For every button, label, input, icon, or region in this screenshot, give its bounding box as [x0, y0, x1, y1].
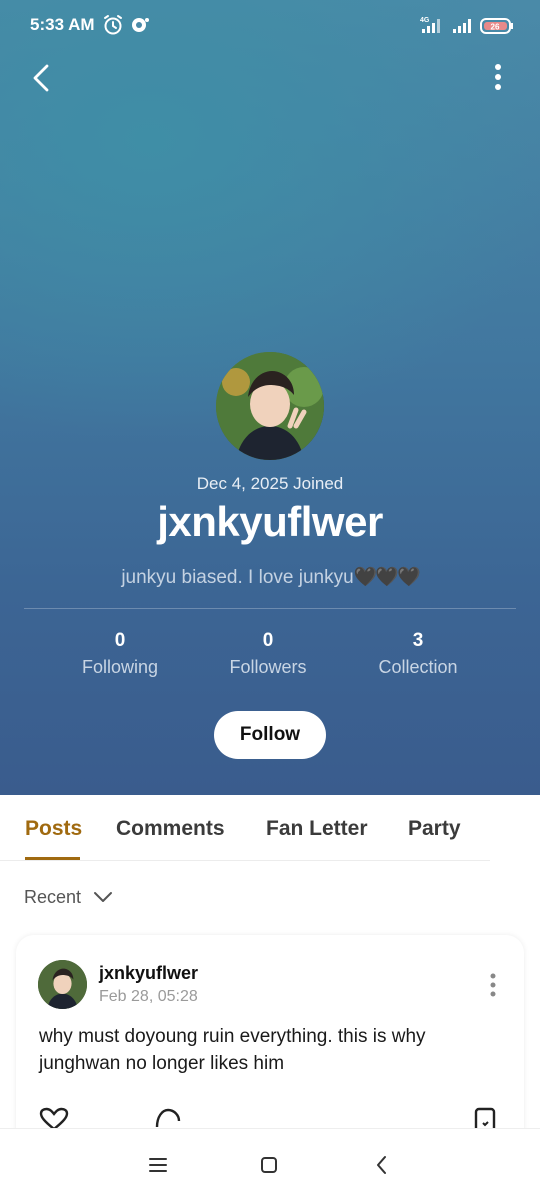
profile-username: jxnkyuflwer [157, 498, 383, 545]
joined-date: Dec 4, 2025 Joined [196, 474, 344, 493]
menu-icon[interactable] [148, 1157, 168, 1178]
tab-posts[interactable]: Posts [25, 817, 82, 841]
stat-label: Following [81, 657, 159, 677]
status-bar: 5:33 AM 4G 26 [0, 0, 540, 50]
stat-followers[interactable]: 0 Followers [188, 630, 348, 678]
svg-text:26: 26 [491, 23, 500, 32]
tab-comments[interactable]: Comments [116, 817, 225, 841]
stat-label: Collection [378, 657, 458, 677]
bio-text: junkyu biased. I love junkyu [121, 567, 354, 588]
chevron-down-icon[interactable] [93, 890, 113, 909]
tab-fan-letter[interactable]: Fan Letter [266, 817, 368, 841]
divider [24, 608, 516, 609]
back-icon[interactable] [374, 1155, 390, 1180]
sort-dropdown[interactable]: Recent [24, 887, 81, 908]
bio-hearts: 🖤🖤🖤 [353, 567, 421, 588]
battery-icon: 26 [480, 18, 514, 39]
profile-tabs: Posts Comments Fan Letter Party [0, 795, 540, 861]
post-username[interactable]: jxnkyuflwer [99, 963, 198, 984]
more-vertical-icon [490, 973, 496, 997]
system-nav-bar [0, 1128, 540, 1200]
follow-button[interactable]: Follow [214, 711, 326, 759]
stat-value: 3 [412, 630, 424, 651]
post-avatar[interactable] [38, 960, 87, 1009]
stat-value: 0 [114, 630, 126, 651]
stat-following[interactable]: 0 Following [40, 630, 200, 678]
stat-collection[interactable]: 3 Collection [338, 630, 498, 678]
alarm-icon [103, 14, 123, 41]
post-text: why must doyoung ruin everything. this i… [39, 1026, 426, 1074]
post-more-button[interactable] [486, 971, 500, 999]
signal-icon [452, 14, 476, 41]
more-options-button[interactable] [486, 60, 510, 96]
tab-party[interactable]: Party [408, 817, 461, 841]
stat-label: Followers [229, 657, 307, 677]
svg-text:4G: 4G [420, 17, 430, 24]
profile-avatar [216, 352, 324, 460]
stat-value: 0 [262, 630, 274, 651]
home-icon[interactable] [260, 1156, 278, 1179]
sync-icon [130, 14, 150, 41]
profile-header: 5:33 AM 4G 26 Dec 4, 2025 Joined jxnkyuf… [0, 0, 540, 795]
tabs-divider [0, 860, 490, 861]
post-date: Feb 28, 05:28 [99, 988, 198, 1005]
chevron-left-icon [33, 64, 49, 92]
back-button[interactable] [28, 60, 58, 96]
status-time: 5:33 AM [30, 15, 95, 34]
profile-bio: junkyu biased. I love junkyu🖤🖤🖤 [0, 565, 540, 589]
more-vertical-icon [495, 64, 501, 90]
signal-4g-icon: 4G [418, 14, 444, 41]
